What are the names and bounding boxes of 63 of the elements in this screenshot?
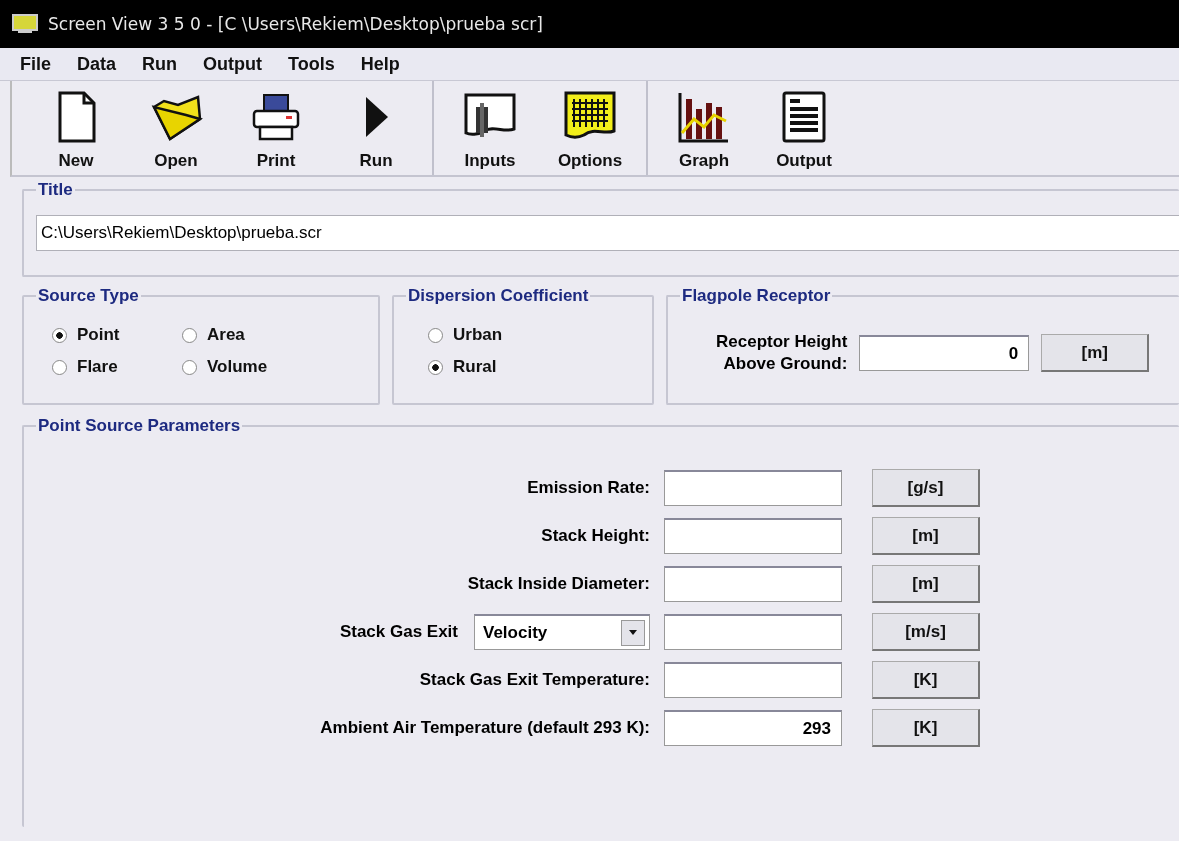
menu-item[interactable]: Tools (288, 53, 335, 75)
toolbar-button[interactable]: Run (326, 81, 426, 175)
field-label: Stack Gas Exit (339, 622, 458, 642)
toolbar-button[interactable]: Output (754, 81, 854, 175)
menu-item[interactable]: Data (77, 53, 117, 75)
group-label: Dispersion Coefficient (406, 286, 591, 306)
number-field[interactable]: 0 (859, 335, 1030, 371)
number-field[interactable] (664, 614, 842, 650)
unit-button[interactable]: [m/s] (872, 613, 980, 651)
radio-label[interactable]: Flare (77, 357, 118, 377)
document-icon (58, 91, 96, 143)
radio-label[interactable]: Urban (453, 325, 503, 345)
unit-button[interactable]: [K] (872, 709, 980, 747)
number-field[interactable] (664, 518, 842, 554)
folder-icon (151, 95, 203, 141)
radio-button[interactable] (182, 359, 197, 375)
dropdown[interactable]: Velocity (474, 614, 650, 650)
field-label: Stack Inside Diameter: (467, 574, 650, 594)
radio-label[interactable]: Point (77, 325, 120, 345)
grid-sheet-icon (564, 91, 616, 139)
toolbar-button[interactable]: New (26, 81, 126, 175)
number-field[interactable]: 293 (664, 710, 842, 746)
title-field[interactable]: C:\Users\Rekiem\Desktop\prueba.scr (36, 215, 1179, 251)
field-label: Receptor Height Above Ground: (716, 331, 848, 375)
unit-button[interactable]: [K] (872, 661, 980, 699)
play-icon (366, 97, 388, 137)
toolbar-button[interactable]: Open (126, 81, 226, 175)
radio-button[interactable] (52, 327, 67, 343)
group-label: Source Type (36, 286, 141, 306)
window-title: Screen View 3 5 0 - [C \Users\Rekiem\Desktop\prueba scr] (48, 14, 543, 34)
number-field[interactable] (664, 566, 842, 602)
menu-item[interactable]: Output (203, 53, 262, 75)
unit-button[interactable]: [m] (872, 565, 980, 603)
toolbar-button[interactable]: Print (226, 81, 326, 175)
number-field[interactable] (664, 662, 842, 698)
menu-item[interactable]: Run (142, 53, 178, 75)
radio-button[interactable] (428, 359, 443, 375)
dropdown-arrow-icon (629, 630, 637, 635)
toolbar-button[interactable]: Inputs (440, 81, 540, 175)
field-label: Stack Height: (541, 526, 650, 546)
field-label: Emission Rate: (527, 478, 650, 498)
text-document-icon (782, 91, 826, 143)
radio-label[interactable]: Volume (207, 357, 268, 377)
toolbar-button[interactable]: Graph (654, 81, 754, 175)
monitor-icon (12, 14, 38, 34)
menu-item[interactable]: File (20, 53, 51, 75)
radio-label[interactable]: Rural (453, 357, 497, 377)
menu-item[interactable]: Help (360, 53, 400, 75)
data-sheet-icon (464, 93, 516, 137)
unit-button[interactable]: [m] (1041, 334, 1150, 372)
radio-button[interactable] (52, 359, 67, 375)
field-label: Stack Gas Exit Temperature: (419, 670, 650, 690)
radio-button[interactable] (428, 327, 443, 343)
unit-button[interactable]: [g/s] (872, 469, 980, 507)
bar-chart-icon (678, 93, 728, 143)
unit-button[interactable]: [m] (872, 517, 980, 555)
number-field[interactable] (664, 470, 842, 506)
radio-button[interactable] (182, 327, 197, 343)
field-label: Ambient Air Temperature (default 293 K): (320, 718, 650, 738)
radio-label[interactable]: Area (207, 325, 245, 345)
printer-icon (252, 94, 300, 141)
toolbar-button[interactable]: Options (540, 81, 640, 175)
group-label: Flagpole Receptor (680, 286, 833, 306)
